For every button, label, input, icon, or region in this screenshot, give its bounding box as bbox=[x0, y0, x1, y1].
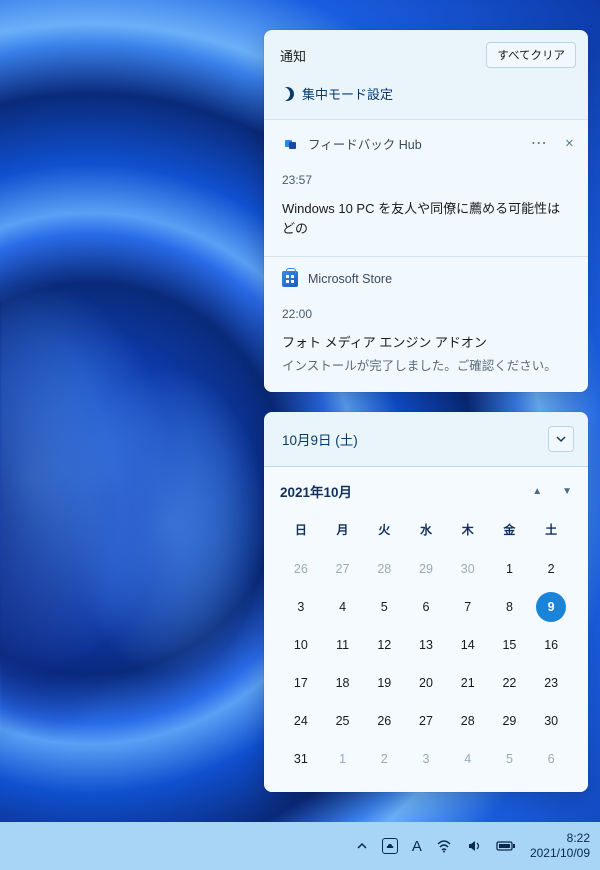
calendar-day[interactable]: 12 bbox=[363, 628, 405, 662]
chevron-down-icon bbox=[556, 434, 566, 444]
calendar-day[interactable]: 10 bbox=[280, 628, 322, 662]
calendar-day[interactable]: 8 bbox=[489, 590, 531, 624]
calendar-day[interactable]: 27 bbox=[405, 704, 447, 738]
calendar-day[interactable]: 9 bbox=[536, 592, 566, 622]
notification-body: Windows 10 PC を友人や同僚に薦める可能性はどの bbox=[282, 199, 570, 238]
system-tray: A bbox=[356, 838, 516, 855]
calendar-day[interactable]: 22 bbox=[489, 666, 531, 700]
calendar-day[interactable]: 25 bbox=[322, 704, 364, 738]
calendar-day[interactable]: 18 bbox=[322, 666, 364, 700]
calendar-day[interactable]: 29 bbox=[405, 552, 447, 586]
wifi-icon[interactable] bbox=[436, 838, 452, 854]
notification-title: 通知 bbox=[280, 46, 306, 65]
collapse-button[interactable] bbox=[548, 426, 574, 452]
taskbar-clock[interactable]: 8:22 2021/10/09 bbox=[530, 831, 590, 861]
focus-mode-link[interactable]: 集中モード設定 bbox=[264, 78, 588, 119]
calendar-dow: 月 bbox=[322, 515, 364, 548]
notification-center: 通知 すべてクリア 集中モード設定 フィードバック Hub 23:57 Wind… bbox=[264, 30, 588, 392]
ime-mode-indicator[interactable]: A bbox=[412, 838, 422, 855]
calendar-day[interactable]: 11 bbox=[322, 628, 364, 662]
calendar-day[interactable]: 21 bbox=[447, 666, 489, 700]
calendar-day[interactable]: 4 bbox=[447, 742, 489, 776]
calendar-day[interactable]: 2 bbox=[530, 552, 572, 586]
calendar-day[interactable]: 28 bbox=[447, 704, 489, 738]
taskbar: A 8:22 2021/10/09 bbox=[0, 822, 600, 870]
notification-card[interactable]: フィードバック Hub 23:57 Windows 10 PC を友人や同僚に薦… bbox=[264, 119, 588, 256]
clear-all-button[interactable]: すべてクリア bbox=[486, 42, 576, 68]
calendar-day[interactable]: 20 bbox=[405, 666, 447, 700]
close-icon[interactable] bbox=[565, 136, 574, 152]
calendar-flyout: 10月9日 (土) 2021年10月 ▲ ▼ 日月火水木金土2627282930… bbox=[264, 412, 588, 792]
calendar-day[interactable]: 30 bbox=[530, 704, 572, 738]
tray-overflow-button[interactable] bbox=[356, 840, 368, 852]
calendar-day[interactable]: 29 bbox=[489, 704, 531, 738]
calendar-dow: 土 bbox=[530, 515, 572, 548]
calendar-day[interactable]: 28 bbox=[363, 552, 405, 586]
calendar-day[interactable]: 6 bbox=[530, 742, 572, 776]
next-month-button[interactable]: ▼ bbox=[562, 486, 572, 497]
calendar-day[interactable]: 14 bbox=[447, 628, 489, 662]
calendar-month-label[interactable]: 2021年10月 bbox=[280, 481, 352, 501]
chevron-up-icon bbox=[356, 840, 368, 852]
calendar-dow: 火 bbox=[363, 515, 405, 548]
notification-body: フォト メディア エンジン アドオン bbox=[282, 333, 570, 353]
calendar-dow: 木 bbox=[447, 515, 489, 548]
clock-date: 2021/10/09 bbox=[530, 846, 590, 861]
notification-time: 22:00 bbox=[282, 307, 570, 321]
calendar-day[interactable]: 3 bbox=[280, 590, 322, 624]
volume-icon[interactable] bbox=[466, 838, 482, 854]
calendar-day[interactable]: 2 bbox=[363, 742, 405, 776]
calendar-dow: 水 bbox=[405, 515, 447, 548]
notification-card[interactable]: Microsoft Store 22:00 フォト メディア エンジン アドオン… bbox=[264, 256, 588, 392]
calendar-day[interactable]: 1 bbox=[322, 742, 364, 776]
calendar-day[interactable]: 5 bbox=[363, 590, 405, 624]
calendar-day[interactable]: 15 bbox=[489, 628, 531, 662]
microsoft-store-icon bbox=[282, 271, 298, 287]
calendar-day[interactable]: 5 bbox=[489, 742, 531, 776]
moon-icon bbox=[280, 87, 294, 101]
calendar-grid: 日月火水木金土262728293012345678910111213141516… bbox=[280, 515, 572, 776]
feedback-hub-icon bbox=[282, 136, 298, 152]
focus-mode-label: 集中モード設定 bbox=[302, 84, 393, 103]
calendar-day[interactable]: 26 bbox=[280, 552, 322, 586]
calendar-day[interactable]: 1 bbox=[489, 552, 531, 586]
prev-month-button[interactable]: ▲ bbox=[532, 486, 542, 497]
calendar-day[interactable]: 19 bbox=[363, 666, 405, 700]
notification-time: 23:57 bbox=[282, 173, 570, 187]
calendar-day[interactable]: 13 bbox=[405, 628, 447, 662]
clock-time: 8:22 bbox=[530, 831, 590, 846]
notification-header: 通知 すべてクリア bbox=[264, 30, 588, 78]
calendar-day[interactable]: 24 bbox=[280, 704, 322, 738]
notification-app-name: フィードバック Hub bbox=[308, 134, 422, 153]
calendar-day[interactable]: 26 bbox=[363, 704, 405, 738]
calendar-day[interactable]: 23 bbox=[530, 666, 572, 700]
calendar-day[interactable]: 17 bbox=[280, 666, 322, 700]
calendar-dow: 金 bbox=[489, 515, 531, 548]
more-icon[interactable] bbox=[531, 136, 547, 152]
calendar-day[interactable]: 16 bbox=[530, 628, 572, 662]
calendar-day[interactable]: 30 bbox=[447, 552, 489, 586]
calendar-date-header: 10月9日 (土) bbox=[282, 429, 358, 449]
calendar-day[interactable]: 31 bbox=[280, 742, 322, 776]
notification-app-name: Microsoft Store bbox=[308, 272, 392, 286]
calendar-day[interactable]: 27 bbox=[322, 552, 364, 586]
notification-subtext: インストールが完了しました。ご確認ください。 bbox=[282, 355, 570, 374]
onedrive-icon[interactable] bbox=[382, 838, 398, 854]
calendar-day[interactable]: 4 bbox=[322, 590, 364, 624]
calendar-day[interactable]: 6 bbox=[405, 590, 447, 624]
calendar-day[interactable]: 3 bbox=[405, 742, 447, 776]
battery-icon[interactable] bbox=[496, 840, 516, 852]
calendar-dow: 日 bbox=[280, 515, 322, 548]
calendar-day[interactable]: 7 bbox=[447, 590, 489, 624]
